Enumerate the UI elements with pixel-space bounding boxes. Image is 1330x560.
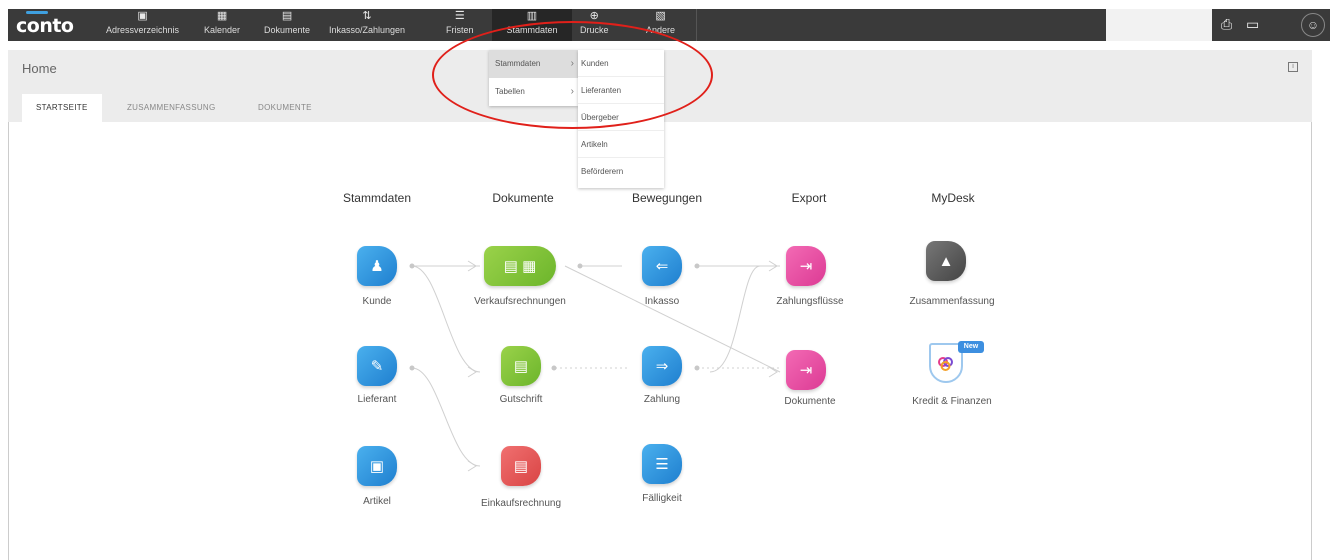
verkaufsrechnungen-button[interactable]: ▤ ▦ xyxy=(484,246,556,286)
kredit-finanzen-label: Kredit & Finanzen xyxy=(912,396,992,407)
kunde-button[interactable]: ♟ xyxy=(357,246,397,286)
lieferant-label: Lieferant xyxy=(357,394,397,405)
kunde-label: Kunde xyxy=(362,296,392,307)
gutschrift-button[interactable]: ▤ xyxy=(501,346,541,386)
customers-icon: ♟ xyxy=(370,258,384,275)
column-head-bewegungen: Bewegungen xyxy=(631,191,703,205)
inkasso-button[interactable]: ⇐ xyxy=(642,246,682,286)
faelligkeit-label: Fälligkeit xyxy=(642,493,682,504)
faelligkeit-button[interactable]: ☰ xyxy=(642,444,682,484)
einkaufsrechnung-button[interactable]: ▤ xyxy=(501,446,541,486)
dokumente-export-label: Dokumente xyxy=(784,396,836,407)
zahlung-label: Zahlung xyxy=(643,394,681,405)
zusammenfassung-label: Zusammenfassung xyxy=(909,296,995,307)
new-badge: New xyxy=(958,341,984,353)
column-head-mydesk: MyDesk xyxy=(931,191,975,205)
verkaufsrechnungen-label: Verkaufsrechnungen xyxy=(474,296,566,307)
export-icon: ⇥ xyxy=(799,362,813,379)
box-icon: ▣ xyxy=(369,458,385,475)
einkaufsrechnung-label: Einkaufsrechnung xyxy=(480,498,562,509)
column-head-dokumente: Dokumente xyxy=(492,191,554,205)
chart-icon: ▲ xyxy=(938,252,954,270)
zusammenfassung-button[interactable]: ▲ xyxy=(926,241,966,281)
documents-icon: ▤ ▦ xyxy=(503,258,537,275)
document-icon: ▤ xyxy=(513,358,529,375)
outgoing-arrow-icon: ⇒ xyxy=(655,358,669,375)
checklist-icon: ☰ xyxy=(655,456,669,473)
artikel-button[interactable]: ▣ xyxy=(357,446,397,486)
zahlungsfluesse-button[interactable]: ⇥ xyxy=(786,246,826,286)
export-icon: ⇥ xyxy=(799,258,813,275)
submenu-item-befoerderern[interactable]: Beförderern xyxy=(578,158,664,185)
column-head-stammdaten: Stammdaten xyxy=(342,191,412,205)
zahlung-button[interactable]: ⇒ xyxy=(642,346,682,386)
supplier-icon: ✎ xyxy=(370,358,384,375)
inkasso-label: Inkasso xyxy=(644,296,680,307)
highlight-annotation-ellipse xyxy=(432,21,713,129)
lieferant-button[interactable]: ✎ xyxy=(357,346,397,386)
column-head-export: Export xyxy=(791,191,827,205)
incoming-arrow-icon: ⇐ xyxy=(655,258,669,275)
invoice-icon: ▤ xyxy=(513,458,529,475)
dokumente-export-button[interactable]: ⇥ xyxy=(786,350,826,390)
credit-logo-icon xyxy=(938,357,953,371)
artikel-label: Artikel xyxy=(363,496,391,507)
submenu-item-artikeln[interactable]: Artikeln xyxy=(578,131,664,158)
zahlungsfluesse-label: Zahlungsflüsse xyxy=(776,296,844,307)
gutschrift-label: Gutschrift xyxy=(499,394,543,405)
